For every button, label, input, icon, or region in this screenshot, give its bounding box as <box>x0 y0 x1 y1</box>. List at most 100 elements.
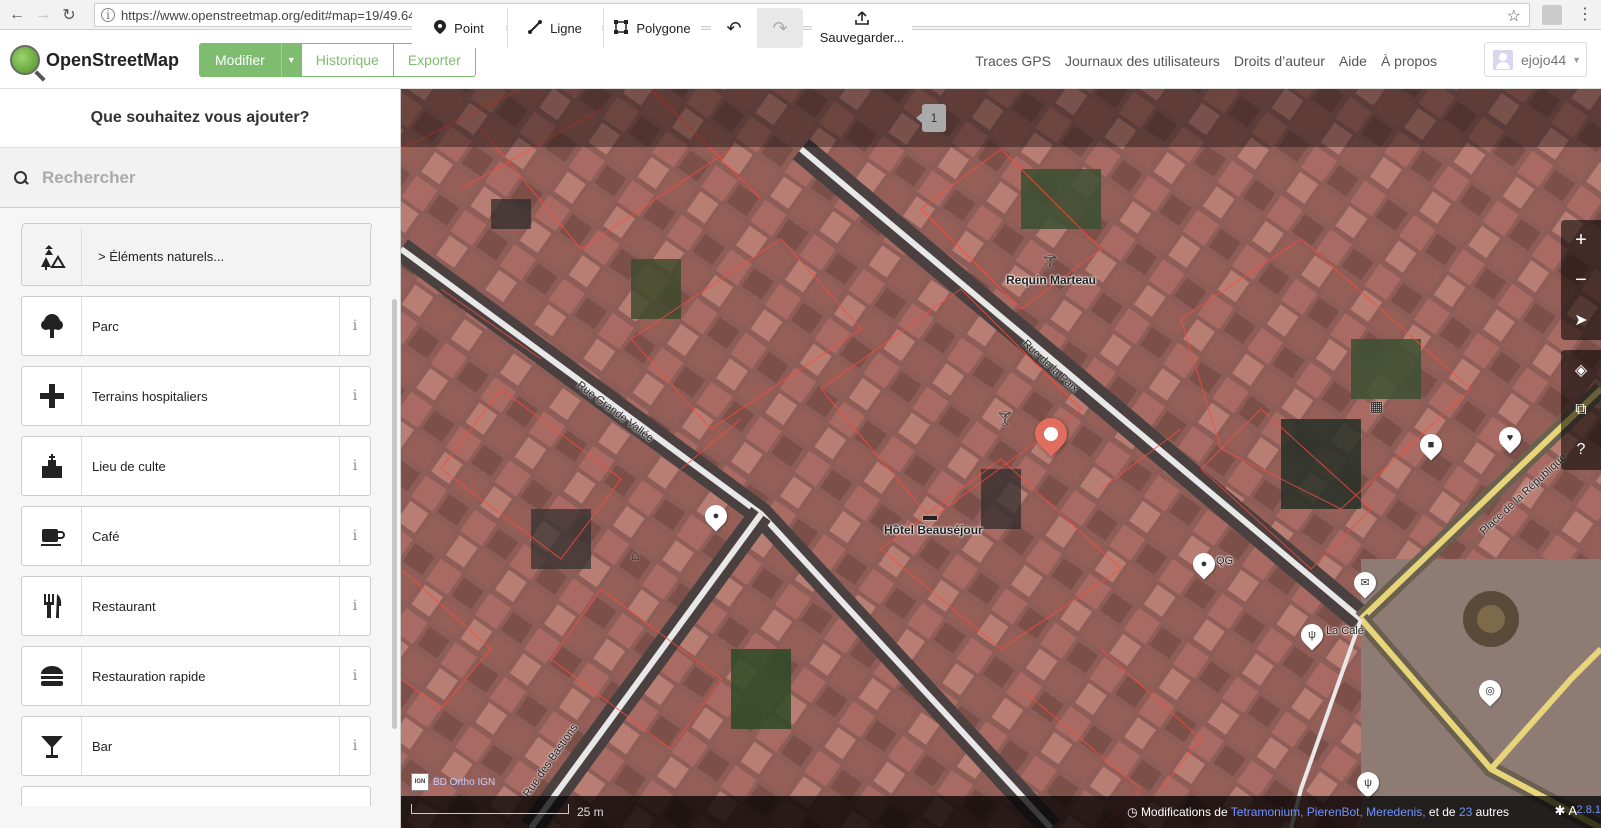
info-icon[interactable]: i <box>339 717 370 775</box>
preset-label: > Éléments naturels... <box>98 248 225 264</box>
help-icon[interactable]: ? <box>1561 430 1601 470</box>
edit-count-badge: 1 <box>916 104 946 132</box>
edit-dropdown-icon[interactable]: ▼ <box>280 43 301 77</box>
poi-pin-bicycle[interactable]: ◎ <box>1474 675 1506 707</box>
info-icon[interactable]: i <box>339 367 370 425</box>
nature-icon <box>22 227 82 285</box>
add-line-label: Ligne <box>550 20 582 36</box>
info-icon[interactable]: i <box>339 297 370 355</box>
bug-report-icon[interactable]: ✱ <box>1555 803 1566 818</box>
preset-place-of-worship[interactable]: Lieu de culte i <box>21 436 371 496</box>
poi-pin-heart[interactable]: ♥ <box>1494 422 1526 454</box>
poi-label-requin-marteau[interactable]: Requin Marteau <box>1006 273 1096 287</box>
edit-button[interactable]: Modifier <box>199 43 281 77</box>
bicycle-icon: ◎ <box>1485 685 1495 697</box>
poi-pin-building[interactable]: ■ <box>1415 429 1447 461</box>
aerial-imagery <box>401 89 1601 828</box>
about-link[interactable]: À propos <box>1381 53 1437 69</box>
save-label: Sauvegarder... <box>819 30 905 45</box>
add-area-button[interactable]: Polygone <box>603 8 701 48</box>
info-icon[interactable]: i <box>339 647 370 705</box>
search-icon <box>14 170 28 185</box>
user-diaries-link[interactable]: Journaux des utilisateurs <box>1065 53 1220 69</box>
layers-icon[interactable]: ◈ <box>1561 350 1601 390</box>
poi-pin-la-cale[interactable]: ψ <box>1296 619 1328 651</box>
fork-knife-icon: ψ <box>1308 629 1316 641</box>
person-icon: ● <box>712 510 720 522</box>
cocktail-glass-icon[interactable]: 🍸︎ <box>1041 254 1059 271</box>
preset-label: Parc <box>92 318 119 334</box>
poi-pin-marker[interactable]: ● <box>700 500 732 532</box>
preset-hospital-grounds[interactable]: Terrains hospitaliers i <box>21 366 371 426</box>
poi-pin-post[interactable]: ✉ <box>1349 567 1381 599</box>
scale-label: 25 m <box>577 805 604 819</box>
coffee-cup-icon <box>22 507 82 565</box>
contributor-links[interactable]: Tetramonium, PierenBot, Meredenis, <box>1231 805 1426 819</box>
preset-restaurant[interactable]: Restaurant i <box>21 576 371 636</box>
info-icon[interactable]: i <box>339 577 370 635</box>
poi-label-qg[interactable]: QG <box>1216 555 1233 567</box>
history-button[interactable]: Historique <box>300 43 394 77</box>
copyright-link[interactable]: Droits d’auteur <box>1234 53 1325 69</box>
add-area-label: Polygone <box>636 20 691 36</box>
building-icon: ■ <box>1427 439 1435 451</box>
poi-pin-qg[interactable]: ● <box>1188 548 1220 580</box>
reload-icon[interactable]: ↻ <box>56 2 82 28</box>
site-logo[interactable]: OpenStreetMap <box>10 45 179 75</box>
bookmark-star-icon[interactable]: ☆ <box>1507 6 1521 26</box>
poi-label-la-cale[interactable]: La Cale <box>1326 625 1364 637</box>
extension-icon[interactable] <box>1542 5 1562 25</box>
preset-bar[interactable]: Bar i <box>21 716 371 776</box>
polygon-icon <box>614 19 629 37</box>
poi-pin-restaurant[interactable]: ψ <box>1352 767 1384 799</box>
map-panel-controls: ◈ ⧉ ? <box>1561 350 1601 470</box>
scale-bar[interactable] <box>411 804 569 814</box>
other-contributors-count[interactable]: 23 <box>1459 805 1472 819</box>
preset-list: > Éléments naturels... Parc i Terrains h… <box>21 223 372 816</box>
add-line-button[interactable]: Ligne <box>507 8 602 48</box>
magnifier-logo-icon <box>10 45 40 75</box>
save-button[interactable]: Sauvegarder... <box>812 8 912 48</box>
zoom-controls: + − ➤ <box>1561 220 1601 340</box>
user-menu[interactable]: ejojo44 ▼ <box>1484 42 1587 77</box>
preset-partial[interactable] <box>21 786 371 806</box>
sidebar-scrollbar[interactable] <box>392 299 397 729</box>
poi-label-hotel-beausejour[interactable]: Hôtel Beauséjour <box>884 523 983 537</box>
preset-cafe[interactable]: Café i <box>21 506 371 566</box>
cocktail-glass-icon[interactable]: 🍸︎ <box>996 410 1014 427</box>
search-input[interactable] <box>42 167 362 188</box>
header-links: Traces GPS Journaux des utilisateurs Dro… <box>975 53 1437 69</box>
add-point-button[interactable]: Point <box>412 8 506 48</box>
fork-knife-icon <box>22 577 82 635</box>
imagery-attribution[interactable]: IGN BD Ortho IGN <box>411 773 495 791</box>
geolocate-icon[interactable]: ➤ <box>1561 300 1601 340</box>
gps-traces-link[interactable]: Traces GPS <box>975 53 1051 69</box>
caret-down-icon: ▼ <box>1572 54 1582 65</box>
preset-fast-food[interactable]: Restauration rapide i <box>21 646 371 706</box>
zoom-out-icon[interactable]: − <box>1561 260 1601 300</box>
zoom-in-icon[interactable]: + <box>1561 220 1601 260</box>
info-icon[interactable]: i <box>339 507 370 565</box>
info-icon[interactable]: i <box>101 8 115 22</box>
map-canvas[interactable] <box>401 89 1601 828</box>
browser-menu-icon[interactable]: ⋮ <box>1575 4 1595 24</box>
forward-icon[interactable]: → <box>30 2 56 28</box>
preset-park[interactable]: Parc i <box>21 296 371 356</box>
undo-button[interactable]: ↶ <box>711 8 757 48</box>
back-icon[interactable]: ← <box>4 2 30 28</box>
help-link[interactable]: Aide <box>1339 53 1367 69</box>
building-icon[interactable]: ▦ <box>1370 398 1383 415</box>
preset-category-nature[interactable]: > Éléments naturels... <box>21 223 372 286</box>
export-button[interactable]: Exporter <box>393 43 476 77</box>
house-icon[interactable]: ⌂ <box>631 547 639 563</box>
info-icon[interactable]: i <box>339 437 370 495</box>
bed-icon[interactable]: ▬ <box>923 507 937 523</box>
redo-button[interactable]: ↷ <box>757 8 803 48</box>
version-link[interactable]: 2.8.1 <box>1577 804 1601 816</box>
attribution-suffix: autres <box>1475 805 1509 819</box>
preset-label: Café <box>92 528 120 544</box>
map-data-icon[interactable]: ⧉ <box>1561 390 1601 430</box>
edit-button-group: Modifier ▼ Historique Exporter <box>199 43 476 77</box>
map-footer: 25 m ◷ Modifications de Tetramonium, Pie… <box>401 796 1601 828</box>
imagery-credit-text: BD Ortho IGN <box>433 776 496 788</box>
